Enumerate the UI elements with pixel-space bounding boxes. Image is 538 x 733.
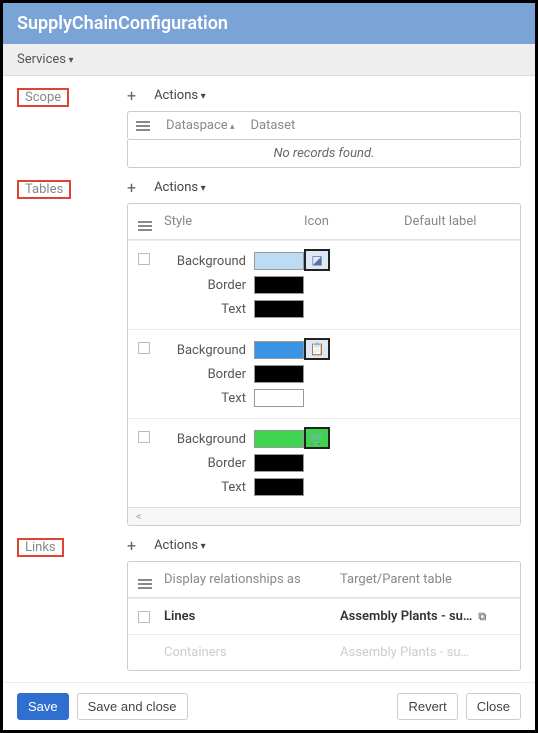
section-scope: Scope + Actions Dataspace Dataset No rec…	[17, 86, 521, 168]
swatch-border[interactable]	[254, 365, 304, 383]
section-label-scope: Scope	[17, 88, 69, 107]
col-dataspace[interactable]: Dataspace	[166, 118, 234, 133]
links-add-button[interactable]: +	[127, 536, 136, 555]
menu-services[interactable]: Services	[17, 52, 74, 67]
label-text: Text	[221, 302, 246, 317]
swatch-text[interactable]	[254, 300, 304, 318]
link-display-value: Lines	[164, 609, 340, 624]
footer-buttons: Save Save and close Revert Close	[3, 682, 535, 730]
swatch-bg[interactable]	[254, 341, 304, 359]
row-checkbox[interactable]	[138, 342, 150, 354]
swatch-border[interactable]	[254, 276, 304, 294]
swatch-bg[interactable]	[254, 252, 304, 270]
col-target-table[interactable]: Target/Parent table	[340, 572, 510, 587]
section-links: Links + Actions Display relationships as…	[17, 536, 521, 671]
hamburger-icon[interactable]	[138, 579, 152, 589]
swatch-text[interactable]	[254, 389, 304, 407]
cart-icon[interactable]: 🛒	[304, 427, 330, 449]
swatch-border[interactable]	[254, 454, 304, 472]
tables-add-button[interactable]: +	[127, 178, 136, 197]
tables-actions-dropdown[interactable]: Actions	[154, 180, 206, 195]
table-row[interactable]: Background Border Text 📋	[128, 329, 520, 418]
save-button[interactable]: Save	[17, 693, 69, 720]
link-target-value: Assembly Plants - su…	[340, 645, 510, 660]
table-row[interactable]: Background Border Text ◪	[128, 240, 520, 329]
table-row[interactable]: Background Border Text 🛒	[128, 418, 520, 507]
hamburger-icon[interactable]	[138, 221, 152, 231]
scroll-hint[interactable]: <	[128, 507, 520, 525]
list-item[interactable]: LinesAssembly Plants - su… ⧉	[128, 598, 520, 634]
col-icon[interactable]: Icon	[304, 214, 404, 229]
label-border: Border	[208, 278, 246, 293]
label-bg: Background	[177, 254, 246, 269]
open-external-icon[interactable]: ⧉	[478, 610, 486, 624]
label-bg: Background	[177, 432, 246, 447]
hamburger-icon[interactable]	[136, 121, 150, 131]
clipboard-icon[interactable]: 📋	[304, 338, 330, 360]
label-border: Border	[208, 456, 246, 471]
save-close-button[interactable]: Save and close	[77, 693, 188, 720]
list-item: ContainersAssembly Plants - su…	[128, 634, 520, 670]
revert-button[interactable]: Revert	[397, 693, 457, 720]
section-label-links: Links	[17, 538, 64, 557]
swatch-bg[interactable]	[254, 430, 304, 448]
scope-empty-message: No records found.	[127, 140, 521, 168]
col-style[interactable]: Style	[164, 214, 304, 229]
scope-table-header: Dataspace Dataset	[127, 111, 521, 140]
col-default-label[interactable]: Default label	[404, 214, 510, 229]
label-text: Text	[221, 391, 246, 406]
tables-header-row: Style Icon Default label	[128, 204, 520, 240]
row-checkbox[interactable]	[138, 253, 150, 265]
close-button[interactable]: Close	[466, 693, 521, 720]
scope-actions-dropdown[interactable]: Actions	[154, 88, 206, 103]
window-title: SupplyChainConfiguration	[3, 3, 535, 44]
link-target-value: Assembly Plants - su… ⧉	[340, 609, 510, 624]
links-header-row: Display relationships as Target/Parent t…	[128, 562, 520, 598]
section-label-tables: Tables	[17, 180, 71, 199]
link-display-value: Containers	[164, 645, 340, 660]
bookmark-icon[interactable]: ◪	[304, 249, 330, 271]
section-tables: Tables + Actions Style Icon Default labe…	[17, 178, 521, 526]
row-checkbox[interactable]	[138, 431, 150, 443]
scope-add-button[interactable]: +	[127, 86, 136, 105]
col-display-as[interactable]: Display relationships as	[164, 572, 340, 587]
row-checkbox[interactable]	[138, 611, 150, 623]
swatch-text[interactable]	[254, 478, 304, 496]
label-text: Text	[221, 480, 246, 495]
label-bg: Background	[177, 343, 246, 358]
links-actions-dropdown[interactable]: Actions	[154, 538, 206, 553]
label-border: Border	[208, 367, 246, 382]
menubar: Services	[3, 44, 535, 76]
col-dataset[interactable]: Dataset	[250, 118, 295, 133]
